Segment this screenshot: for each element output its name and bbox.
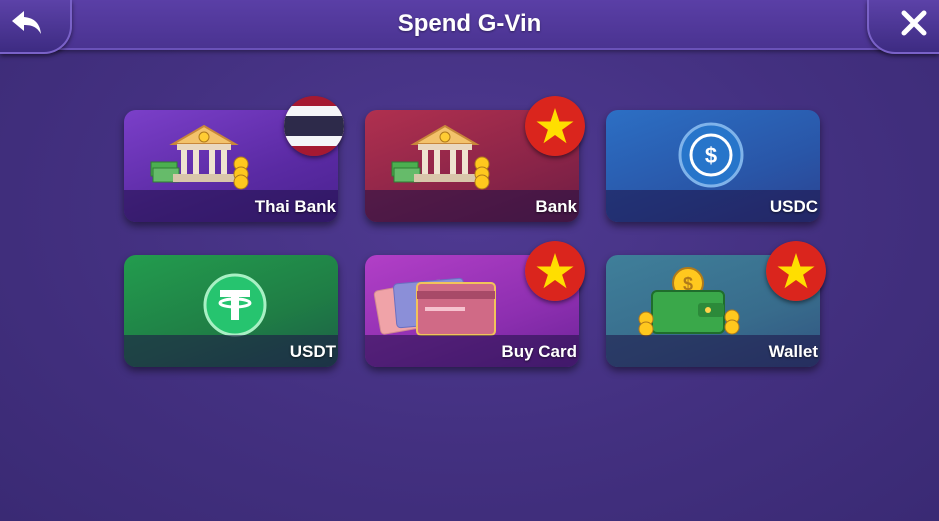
option-label: Thai Bank	[254, 197, 336, 216]
svg-text:$: $	[705, 143, 717, 168]
vietnam-flag-icon	[766, 241, 826, 301]
bank-building-icon	[150, 124, 249, 190]
option-buy-card[interactable]: Buy Card	[365, 241, 585, 367]
option-usdt[interactable]: USDT	[124, 255, 338, 367]
bank-building-icon	[391, 124, 490, 190]
page-title: Spend G-Vin	[397, 10, 542, 37]
tether-coin-icon	[203, 273, 267, 337]
option-label: USDT	[289, 342, 336, 361]
vietnam-flag-icon	[525, 241, 585, 301]
usdc-coin-icon: $	[678, 122, 744, 188]
close-icon	[901, 10, 927, 36]
option-bank[interactable]: Bank	[365, 96, 585, 222]
cards-icon	[373, 277, 496, 336]
close-button[interactable]	[867, 0, 939, 54]
option-wallet[interactable]: $ Wallet	[606, 241, 826, 367]
option-thai-bank[interactable]: Thai Bank	[124, 96, 344, 222]
vietnam-flag-icon	[525, 96, 585, 156]
thailand-flag-icon	[284, 96, 344, 156]
header-bar: Spend G-Vin	[0, 0, 939, 50]
wallet-icon: $	[638, 267, 740, 337]
back-button[interactable]	[0, 0, 72, 54]
option-label: Wallet	[768, 342, 818, 361]
option-label: USDC	[769, 197, 818, 216]
option-usdc[interactable]: $ USDC	[606, 110, 820, 222]
back-arrow-icon	[12, 11, 41, 34]
option-label: Bank	[535, 197, 577, 216]
option-label: Buy Card	[501, 342, 577, 361]
